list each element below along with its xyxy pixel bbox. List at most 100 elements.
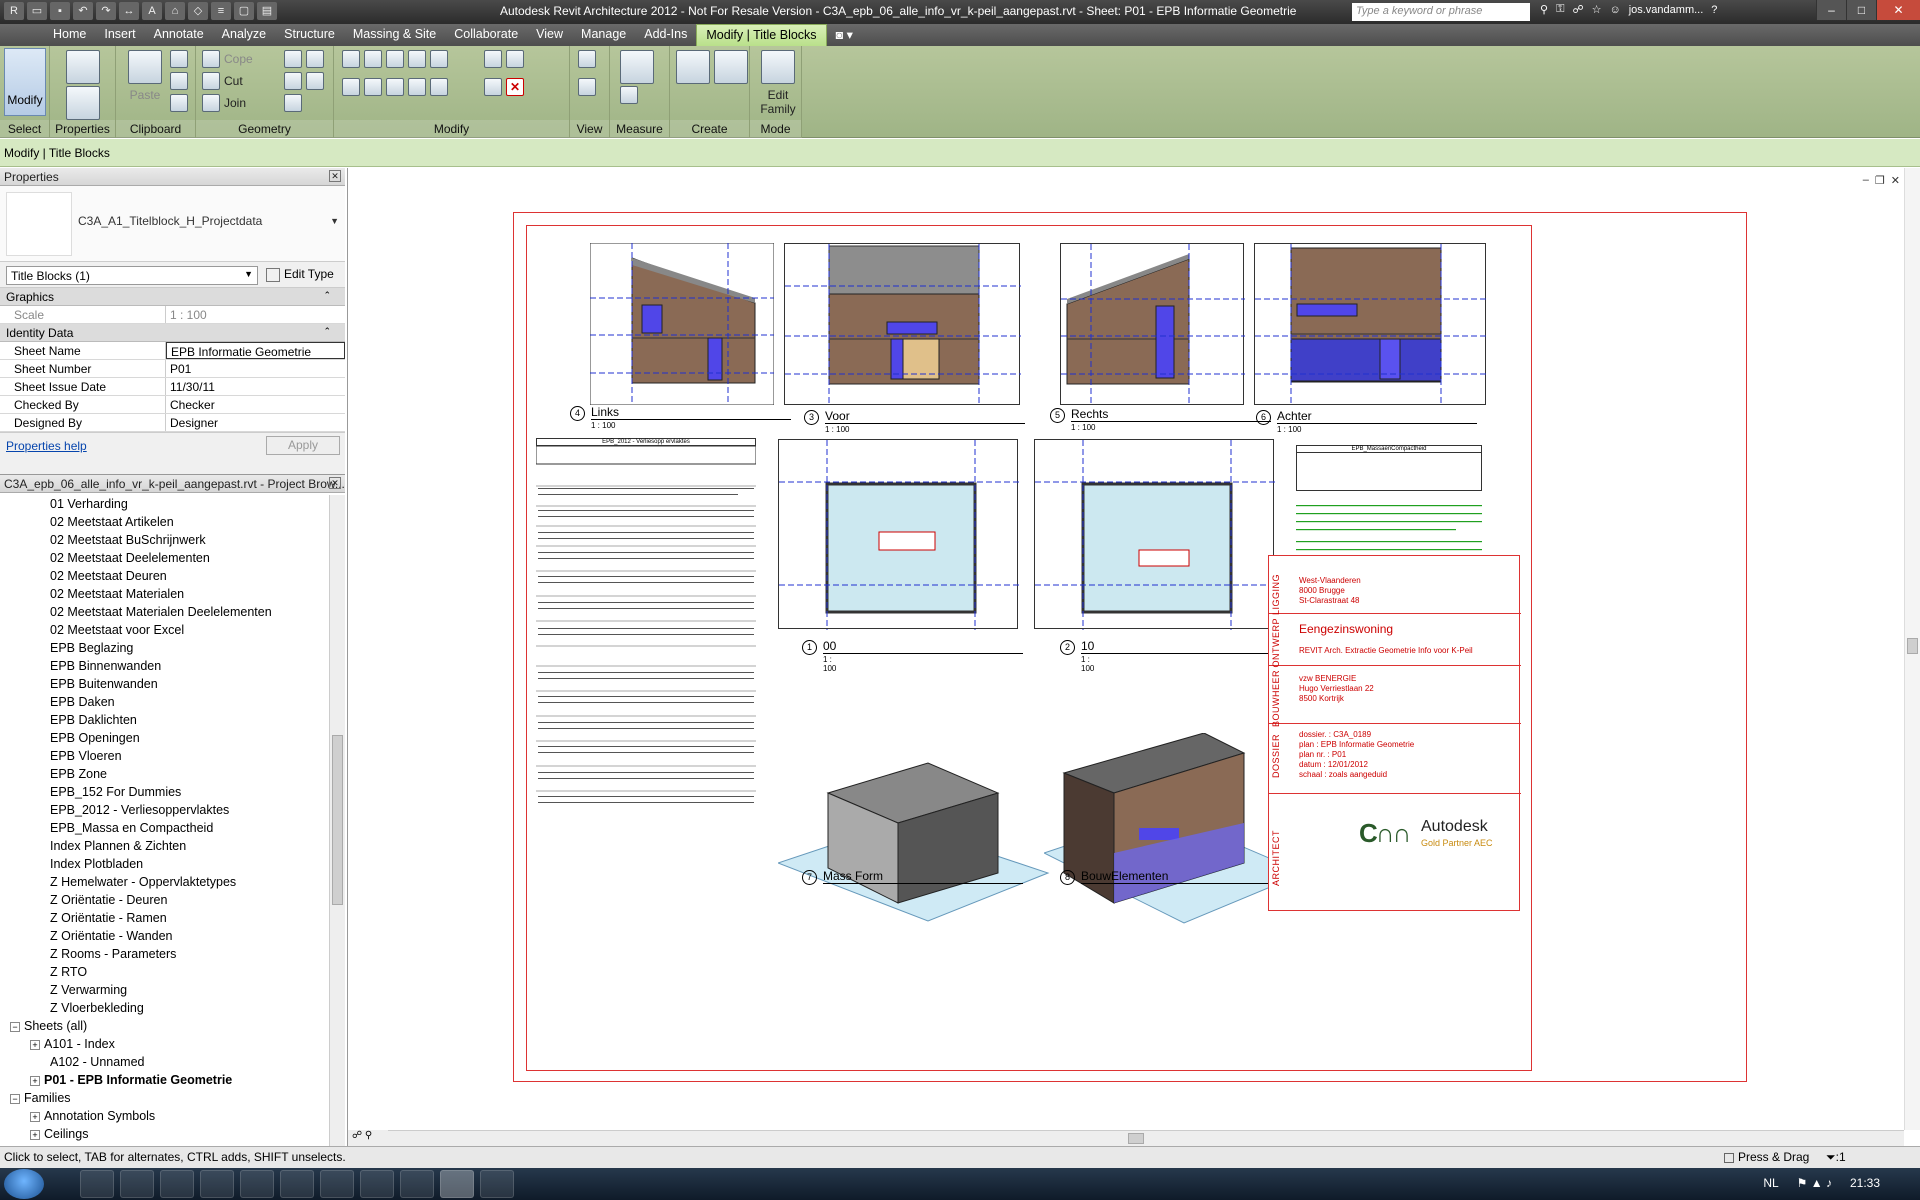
- tree-item[interactable]: 02 Meetstaat Materialen: [0, 585, 329, 603]
- tree-item[interactable]: Z RTO: [0, 963, 329, 981]
- start-button[interactable]: [4, 1169, 44, 1199]
- 3d-view-icon[interactable]: ⌂: [165, 2, 185, 20]
- excel-icon[interactable]: [280, 1170, 314, 1198]
- checked-by-field[interactable]: Checker: [166, 396, 345, 413]
- tree-item[interactable]: 02 Meetstaat voor Excel: [0, 621, 329, 639]
- tree-item[interactable]: 02 Meetstaat Deuren: [0, 567, 329, 585]
- close-browser-icon[interactable]: ✕: [329, 477, 341, 489]
- scrollbar-thumb[interactable]: [1128, 1133, 1144, 1144]
- tab-collaborate[interactable]: Collaborate: [445, 24, 527, 46]
- tree-item[interactable]: 02 Meetstaat BuSchrijnwerk: [0, 531, 329, 549]
- tree-item[interactable]: Z Verwarming: [0, 981, 329, 999]
- tab-home[interactable]: Home: [44, 24, 95, 46]
- tree-item[interactable]: Z Oriëntatie - Deuren: [0, 891, 329, 909]
- compactheid-table[interactable]: EPB_MassaenCompactheid: [1296, 445, 1482, 491]
- tree-item[interactable]: 02 Meetstaat Materialen Deelelementen: [0, 603, 329, 621]
- view-3d-bouwelementen[interactable]: [1042, 732, 1306, 933]
- edit-type-button[interactable]: Edit Type: [266, 267, 334, 282]
- app-menu-icon[interactable]: R: [4, 2, 24, 20]
- app-icon[interactable]: [360, 1170, 394, 1198]
- close-view-icon[interactable]: ✕: [1891, 174, 1900, 187]
- cut-clipboard-button[interactable]: [170, 50, 188, 68]
- tab-modify-title-blocks[interactable]: Modify | Title Blocks: [696, 24, 827, 46]
- tab-massing-site[interactable]: Massing & Site: [344, 24, 445, 46]
- geometry-tool-4[interactable]: [284, 94, 302, 112]
- join-button[interactable]: Join: [202, 94, 246, 112]
- tree-item[interactable]: EPB Daken: [0, 693, 329, 711]
- tree-item[interactable]: 01 Verharding: [0, 495, 329, 513]
- clock[interactable]: 21:33: [1850, 1176, 1880, 1190]
- tray-icons[interactable]: ⚑ ▲ ♪: [1797, 1176, 1832, 1190]
- cope-button[interactable]: Cope: [202, 50, 253, 68]
- press-drag-toggle[interactable]: Press & Drag: [1724, 1150, 1809, 1164]
- create-group-button[interactable]: [676, 50, 748, 84]
- tree-item[interactable]: Index Plotbladen: [0, 855, 329, 873]
- explorer-icon[interactable]: [400, 1170, 434, 1198]
- edit-family-button[interactable]: Edit Family: [756, 50, 800, 116]
- canvas-horizontal-scrollbar[interactable]: [388, 1130, 1904, 1146]
- measure-icon[interactable]: ↔: [119, 2, 139, 20]
- tab-manage[interactable]: Manage: [572, 24, 635, 46]
- tab-view[interactable]: View: [527, 24, 572, 46]
- tree-item[interactable]: EPB Openingen: [0, 729, 329, 747]
- close-hidden-icon[interactable]: ▢: [234, 2, 254, 20]
- visual-style-icon[interactable]: ☍: [352, 1130, 362, 1141]
- hide-element-icon[interactable]: ⚲: [365, 1130, 372, 1141]
- ribbon-toggle-icon[interactable]: ◙ ▾: [827, 24, 862, 46]
- schedule-verliesoppervlaktes[interactable]: EPB_2012 - Verliesopp ervlaktes: [535, 438, 757, 818]
- override-graphics-button[interactable]: [578, 78, 596, 96]
- tab-insert[interactable]: Insert: [95, 24, 144, 46]
- cut-geometry-button[interactable]: Cut: [202, 72, 243, 90]
- properties-button[interactable]: [66, 86, 100, 120]
- modify-button[interactable]: Modify: [4, 48, 46, 116]
- collapse-icon[interactable]: −: [10, 1021, 20, 1032]
- tree-item[interactable]: EPB_152 For Dummies: [0, 783, 329, 801]
- section-icon[interactable]: ◇: [188, 2, 208, 20]
- tree-item[interactable]: EPB Buitenwanden: [0, 675, 329, 693]
- copy-clipboard-button[interactable]: [170, 72, 188, 90]
- tag-icon[interactable]: A: [142, 2, 162, 20]
- browser-scrollbar[interactable]: [329, 495, 345, 1146]
- tree-item[interactable]: Z Oriëntatie - Wanden: [0, 927, 329, 945]
- tree-item-sheet[interactable]: A102 - Unnamed: [0, 1053, 329, 1071]
- tab-annotate[interactable]: Annotate: [145, 24, 213, 46]
- app-icon[interactable]: [320, 1170, 354, 1198]
- view-plan-10[interactable]: [1034, 439, 1275, 630]
- ie-icon[interactable]: [80, 1170, 114, 1198]
- designed-by-field[interactable]: Designer: [166, 414, 345, 431]
- pin-button[interactable]: [484, 50, 524, 68]
- revit-icon[interactable]: [440, 1170, 474, 1198]
- tree-item[interactable]: 02 Meetstaat Artikelen: [0, 513, 329, 531]
- view-elevation-rechts[interactable]: [1060, 243, 1245, 406]
- instance-filter-select[interactable]: Title Blocks (1) ▼: [6, 266, 258, 285]
- minimize-button[interactable]: –: [1816, 0, 1846, 20]
- match-type-button[interactable]: [170, 94, 188, 112]
- tree-item-family[interactable]: + Ceilings: [0, 1125, 329, 1143]
- align-button[interactable]: [342, 50, 448, 68]
- tree-item[interactable]: 02 Meetstaat Deelelementen: [0, 549, 329, 567]
- undo-icon[interactable]: ↶: [73, 2, 93, 20]
- tree-item[interactable]: EPB_Massa en Compactheid: [0, 819, 329, 837]
- tree-item[interactable]: EPB Binnenwanden: [0, 657, 329, 675]
- collapse-icon[interactable]: −: [10, 1093, 20, 1104]
- subscription-icon[interactable]: ⚿: [1556, 3, 1564, 16]
- media-icon[interactable]: [200, 1170, 234, 1198]
- drawing-canvas[interactable]: – ❐ ✕ 4 Links 1 : 100 3 Voor 1: 100 5 R…: [347, 168, 1920, 1146]
- unpin-button[interactable]: ✕: [484, 78, 524, 96]
- pdf-icon[interactable]: [480, 1170, 514, 1198]
- type-properties-button[interactable]: [66, 50, 100, 84]
- properties-help-link[interactable]: Properties help: [6, 439, 87, 453]
- canvas-vertical-scrollbar[interactable]: [1904, 168, 1920, 1130]
- close-properties-icon[interactable]: ✕: [329, 170, 341, 182]
- apply-button[interactable]: Apply: [266, 436, 340, 455]
- hide-view-button[interactable]: [578, 50, 596, 68]
- type-selector[interactable]: C3A_A1_Titelblock_H_Projectdata ▼: [0, 186, 345, 262]
- tree-item[interactable]: Z Oriëntatie - Ramen: [0, 909, 329, 927]
- paste-button[interactable]: Paste: [128, 50, 162, 102]
- tree-item[interactable]: Z Hemelwater - Oppervlaktetypes: [0, 873, 329, 891]
- move-button[interactable]: [342, 78, 448, 96]
- tree-item[interactable]: EPB Vloeren: [0, 747, 329, 765]
- save-icon[interactable]: ▪: [50, 2, 70, 20]
- app-icon[interactable]: [160, 1170, 194, 1198]
- group-identity-data[interactable]: Identity Data ⌃: [0, 324, 345, 342]
